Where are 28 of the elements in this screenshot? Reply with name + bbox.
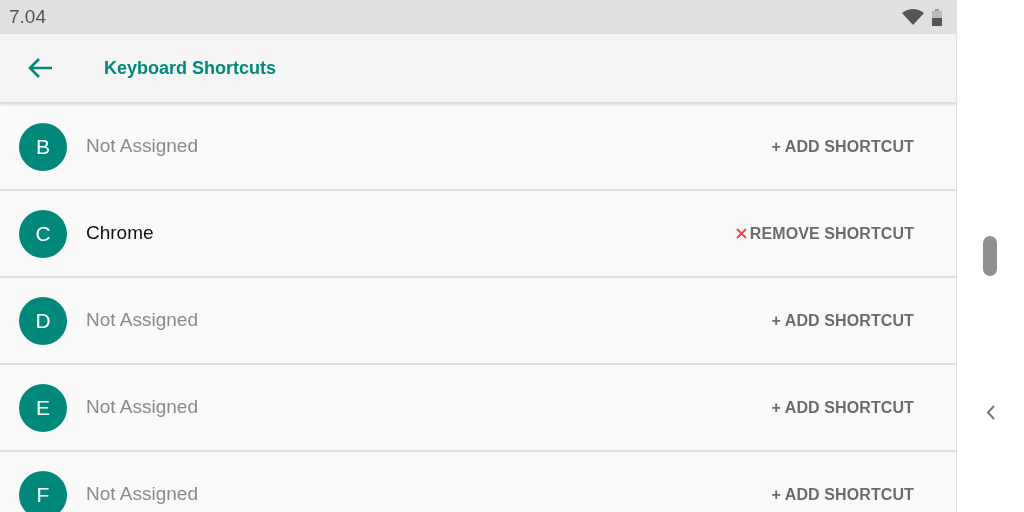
shortcut-row[interactable]: B Not Assigned + ADD SHORTCUT <box>0 104 956 191</box>
wifi-icon <box>902 9 924 25</box>
shortcut-row[interactable]: C Chrome REMOVE SHORTCUT <box>0 191 956 278</box>
screen-title: Keyboard Shortcuts <box>104 56 277 80</box>
letter-avatar: C <box>19 209 67 258</box>
app-name: Not Assigned <box>86 482 198 507</box>
add-shortcut-button[interactable]: + ADD SHORTCUT <box>771 304 914 337</box>
app-name: Not Assigned <box>86 134 198 159</box>
scroll-handle[interactable] <box>983 236 997 276</box>
shortcut-row[interactable]: D Not Assigned + ADD SHORTCUT <box>0 278 956 365</box>
add-shortcut-button[interactable]: + ADD SHORTCUT <box>771 478 914 511</box>
letter-avatar: D <box>19 296 67 345</box>
shortcut-row[interactable]: E Not Assigned + ADD SHORTCUT <box>0 365 956 452</box>
status-time: 7.04 <box>9 4 46 29</box>
shortcut-row[interactable]: F Not Assigned + ADD SHORTCUT <box>0 452 956 512</box>
letter-avatar: B <box>19 122 67 171</box>
letter-avatar: E <box>19 383 67 432</box>
add-shortcut-button[interactable]: + ADD SHORTCUT <box>771 130 914 163</box>
add-shortcut-button[interactable]: + ADD SHORTCUT <box>771 391 914 424</box>
remove-shortcut-button[interactable]: REMOVE SHORTCUT <box>735 217 914 250</box>
app-name: Chrome <box>86 221 154 246</box>
chevron-left-icon[interactable] <box>985 405 995 420</box>
close-icon <box>735 228 747 239</box>
letter-avatar: F <box>19 470 67 512</box>
battery-icon <box>932 8 942 26</box>
back-arrow-icon <box>27 57 53 79</box>
app-name: Not Assigned <box>86 395 198 420</box>
app-name: Not Assigned <box>86 308 198 333</box>
